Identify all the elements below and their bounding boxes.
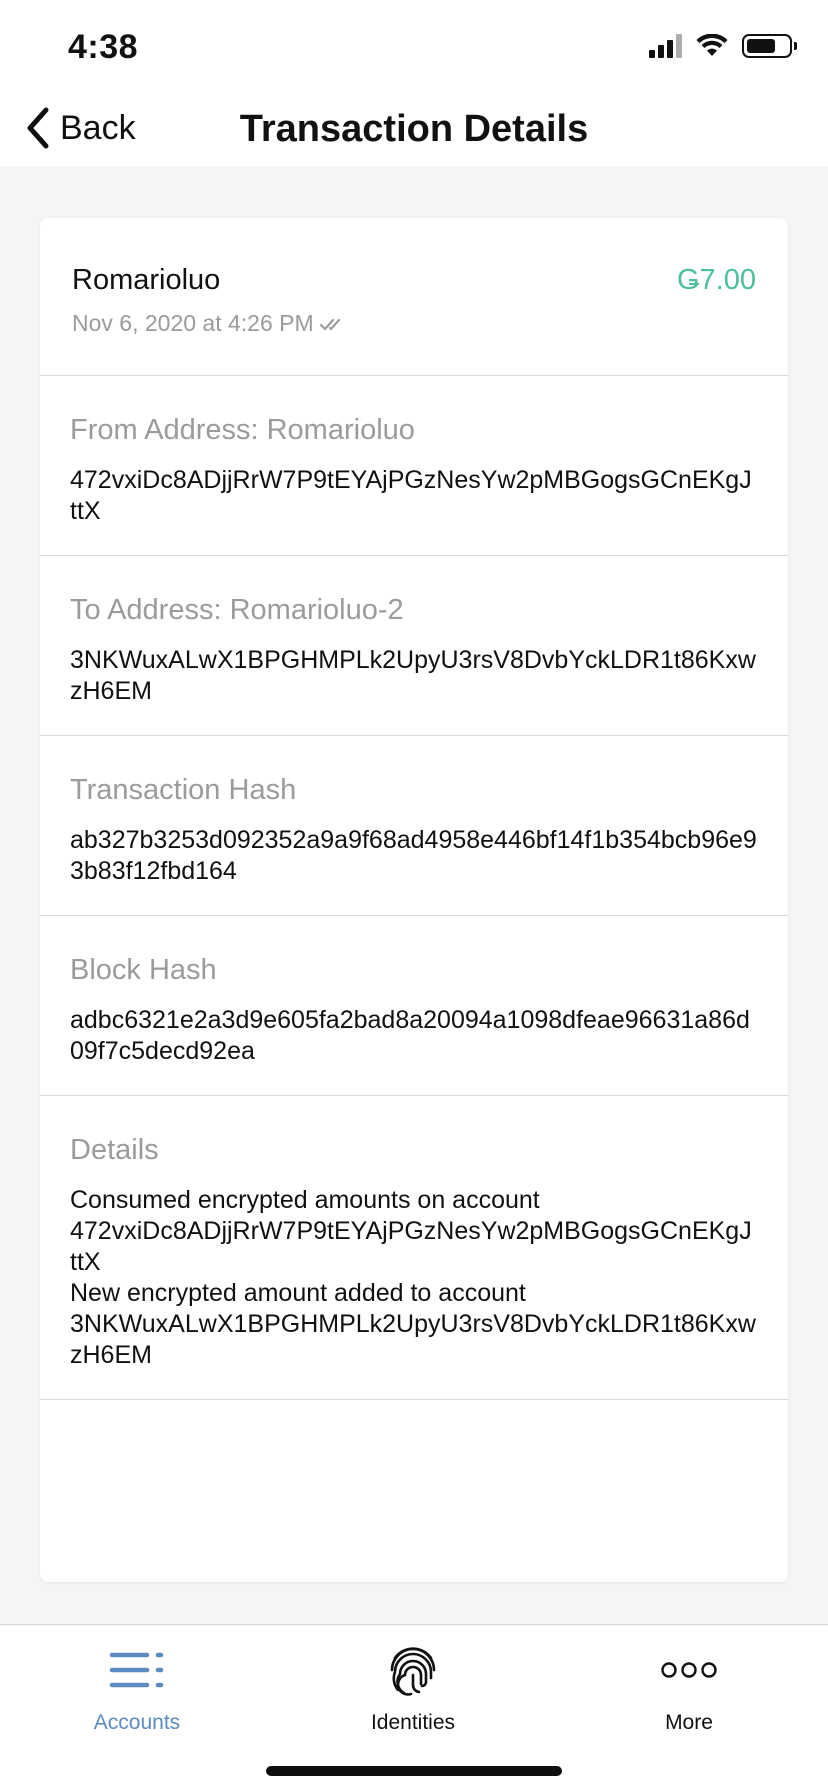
to-address-value[interactable]: 3NKWuxALwX1BPGHMPLk2UpyU3rsV8DvbYckLDR1t… <box>70 645 758 707</box>
to-address-label: To Address: Romarioluo-2 <box>70 594 404 626</box>
transaction-hash-value[interactable]: ab327b3253d092352a9a9f68ad4958e446bf14f1… <box>70 825 758 887</box>
transaction-hash-label: Transaction Hash <box>70 774 297 806</box>
transaction-name: Romarioluo <box>72 264 221 296</box>
tab-identities-label: Identities <box>370 1711 456 1734</box>
home-indicator <box>266 1766 562 1776</box>
tab-accounts-label: Accounts <box>93 1711 181 1734</box>
wifi-icon <box>696 34 728 56</box>
from-address-value[interactable]: 472vxiDc8ADjjRrW7P9tEYAjPGzNesYw2pMBGogs… <box>70 465 758 527</box>
to-address-section: To Address: Romarioluo-2 3NKWuxALwX1BPGH… <box>40 556 788 736</box>
transaction-amount: Ǥ7.00 <box>677 264 756 296</box>
double-check-icon <box>319 318 340 330</box>
from-address-label: From Address: Romarioluo <box>70 414 415 446</box>
status-icons <box>649 34 797 58</box>
status-time: 4:38 <box>68 28 139 66</box>
transaction-timestamp: Nov 6, 2020 at 4:26 PM <box>72 310 314 336</box>
block-hash-label: Block Hash <box>70 954 217 986</box>
more-dots-icon <box>589 1641 789 1699</box>
tab-more[interactable]: More <box>589 1641 789 1735</box>
tab-accounts[interactable]: Accounts <box>37 1641 237 1735</box>
cellular-signal-icon <box>649 34 682 58</box>
transaction-timestamp-row: Nov 6, 2020 at 4:26 PM <box>72 310 346 337</box>
battery-icon <box>742 34 797 58</box>
tab-identities[interactable]: Identities <box>313 1641 513 1735</box>
details-label: Details <box>70 1134 159 1166</box>
transaction-hash-section: Transaction Hash ab327b3253d092352a9a9f6… <box>40 736 788 916</box>
block-hash-section: Block Hash adbc6321e2a3d9e605fa2bad8a200… <box>40 916 788 1096</box>
details-line: 3NKWuxALwX1BPGHMPLk2UpyU3rsV8DvbYckLDR1t… <box>70 1310 756 1369</box>
details-value[interactable]: Consumed encrypted amounts on account 47… <box>70 1185 758 1371</box>
details-line: Consumed encrypted amounts on account <box>70 1186 540 1214</box>
details-line: New encrypted amount added to account <box>70 1279 526 1307</box>
navigation-bar: Back Transaction Details <box>0 96 828 166</box>
transaction-summary: Romarioluo Ǥ7.00 Nov 6, 2020 at 4:26 PM <box>40 218 788 376</box>
tab-more-label: More <box>665 1711 713 1734</box>
block-hash-value[interactable]: adbc6321e2a3d9e605fa2bad8a20094a1098dfea… <box>70 1005 758 1067</box>
details-line: 472vxiDc8ADjjRrW7P9tEYAjPGzNesYw2pMBGogs… <box>70 1217 752 1276</box>
status-bar: 4:38 <box>0 0 828 96</box>
transaction-details-card: Romarioluo Ǥ7.00 Nov 6, 2020 at 4:26 PM … <box>40 218 788 1582</box>
fingerprint-icon <box>313 1641 513 1699</box>
page-title: Transaction Details <box>239 108 589 150</box>
details-section: Details Consumed encrypted amounts on ac… <box>40 1096 788 1400</box>
from-address-section: From Address: Romarioluo 472vxiDc8ADjjRr… <box>40 376 788 556</box>
accounts-icon <box>37 1641 237 1699</box>
